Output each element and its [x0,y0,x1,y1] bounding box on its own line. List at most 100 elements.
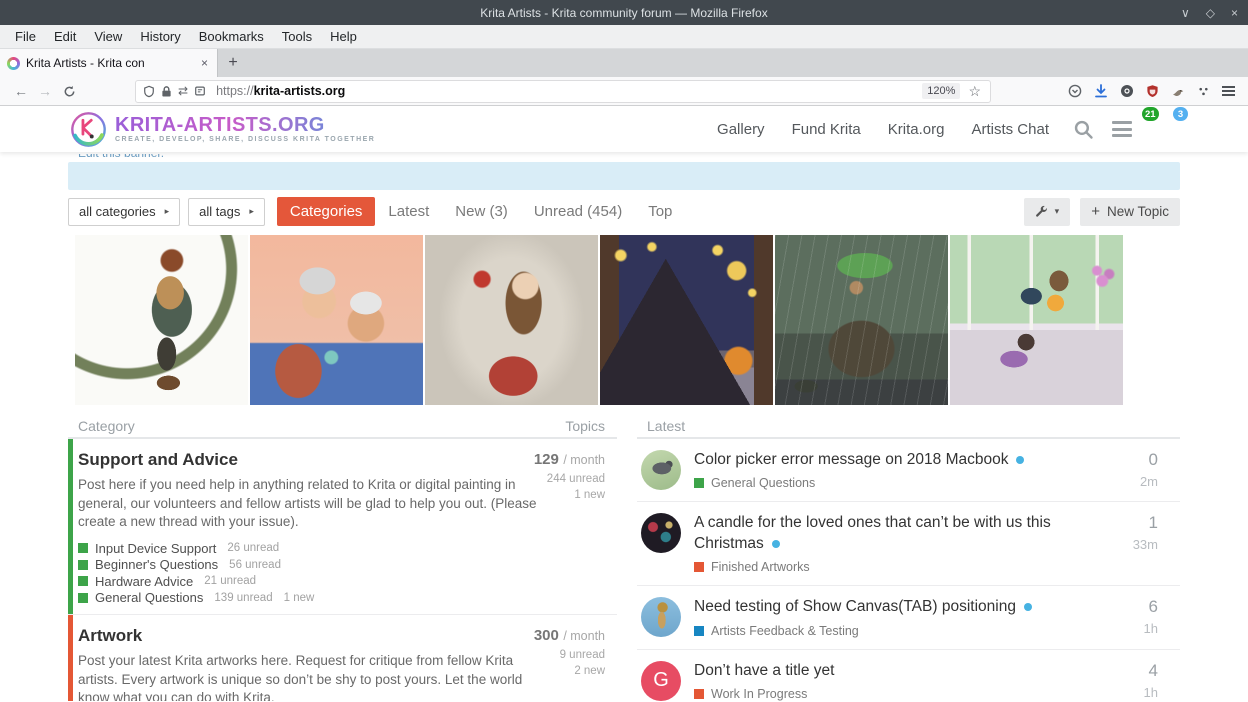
nav-link-fund-krita[interactable]: Fund Krita [792,121,861,138]
categories-column: Category Topics Support and Advice Post … [68,415,617,701]
tab-latest[interactable]: Latest [375,197,442,226]
bird-extension-icon[interactable] [1171,84,1185,98]
subcategory-color-square [78,576,88,587]
topic-row[interactable]: A candle for the loved ones that can’t b… [637,502,1180,587]
sync-arrows-icon[interactable]: ⇄ [178,84,188,98]
subcategory-name[interactable]: General Questions [95,590,203,605]
topic-category[interactable]: Finished Artworks [694,560,1096,574]
subcategory-name[interactable]: Input Device Support [95,541,216,556]
topic-category[interactable]: General Questions [694,476,1096,490]
notification-badge-blue[interactable]: 3 [1173,107,1188,121]
forward-button[interactable]: → [33,83,57,99]
url-bar[interactable]: ⇄ https://krita-artists.org 120% ☆ [135,79,991,103]
new-tab-button[interactable]: + [218,49,248,77]
category-name[interactable]: General Questions [711,476,815,490]
topic-title[interactable]: Don’t have a title yet [694,662,834,679]
topic-title[interactable]: Need testing of Show Canvas(TAB) positio… [694,598,1016,615]
reader-mode-icon[interactable] [194,85,206,97]
reply-count[interactable]: 1 [1104,513,1158,533]
banner-image-pixel-room[interactable] [950,235,1123,405]
menu-file[interactable]: File [6,25,45,48]
reload-icon[interactable] [57,85,81,98]
tracking-shield-icon[interactable] [143,85,155,98]
pocket-icon[interactable] [1068,84,1082,98]
nav-link-krita-org[interactable]: Krita.org [888,121,945,138]
category-card-support-and-advice[interactable]: Support and Advice Post here if you need… [68,439,617,615]
subcategory-name[interactable]: Beginner's Questions [95,557,218,572]
subcategory-input-device-support[interactable]: Input Device Support 26 unread [78,540,605,557]
clipped-banner-link: Edit this banner. [68,154,1180,162]
close-button[interactable]: × [1231,6,1238,20]
topic-row[interactable]: Color picker error message on 2018 Macbo… [637,439,1180,503]
reply-count[interactable]: 6 [1104,597,1158,617]
topic-title[interactable]: A candle for the loved ones that can’t b… [694,514,1051,551]
back-button[interactable]: ← [9,83,33,99]
reply-count[interactable]: 0 [1104,450,1158,470]
search-icon[interactable] [1073,119,1094,140]
subcategory-name[interactable]: Hardware Advice [95,574,193,589]
minimize-button[interactable]: ∨ [1181,6,1190,20]
menu-tools[interactable]: Tools [273,25,321,48]
tab-new[interactable]: New (3) [442,197,521,226]
topic-row[interactable]: Need testing of Show Canvas(TAB) positio… [637,586,1180,650]
topic-title[interactable]: Color picker error message on 2018 Macbo… [694,451,1008,468]
menu-view[interactable]: View [85,25,131,48]
avatar[interactable] [641,450,681,490]
user-menu[interactable]: 21 3 [1142,107,1188,145]
tag-filter-dropdown[interactable]: all tags ▸ [188,197,265,226]
category-name[interactable]: Finished Artworks [711,560,810,574]
tab-favicon-icon [7,56,20,70]
edit-banner-link[interactable]: Edit this banner. [78,154,1180,161]
banner-image-girl-portrait[interactable] [425,235,598,405]
header-icons: 21 3 [1073,107,1188,145]
browser-menu-hamburger-icon[interactable] [1222,85,1235,97]
category-title[interactable]: Support and Advice [78,450,605,470]
downloads-icon[interactable] [1094,84,1108,98]
notification-badge-green[interactable]: 21 [1142,107,1159,121]
url-text[interactable]: https://krita-artists.org [216,84,916,98]
ublock-shield-icon[interactable] [1146,84,1159,98]
avatar[interactable] [641,513,681,554]
maximize-button[interactable]: ◇ [1206,6,1215,20]
subcategory-beginners-questions[interactable]: Beginner's Questions 56 unread [78,556,605,573]
menu-bookmarks[interactable]: Bookmarks [190,25,273,48]
avatar[interactable] [641,597,681,638]
tab-top[interactable]: Top [635,197,685,226]
new-topic-button[interactable]: + New Topic [1080,197,1180,226]
site-logo[interactable]: KRITA-ARTISTS.ORG CREATE, DEVELOP, SHARE… [70,111,375,148]
banner-image-toad-in-rain[interactable] [775,235,948,405]
category-filter-dropdown[interactable]: all categories ▸ [68,197,181,226]
avatar[interactable]: G [641,660,681,701]
subcategory-hardware-advice[interactable]: Hardware Advice 21 unread [78,573,605,590]
reply-count[interactable]: 4 [1104,661,1158,681]
tab-close-icon[interactable]: × [199,56,210,70]
menu-history[interactable]: History [131,25,189,48]
category-name[interactable]: Work In Progress [711,687,807,701]
banner-image-witch-cat-girl[interactable] [600,235,773,405]
category-title[interactable]: Artwork [78,626,605,646]
tab-categories[interactable]: Categories [276,197,376,226]
main-content: Edit this banner. all categories ▸ all t… [0,154,1248,701]
more-tools-dots-icon[interactable] [1197,85,1210,98]
admin-wrench-button[interactable]: ▾ [1023,197,1071,226]
category-name[interactable]: Artists Feedback & Testing [711,624,859,638]
tab-unread[interactable]: Unread (454) [521,197,635,226]
menu-edit[interactable]: Edit [45,25,85,48]
active-tab[interactable]: Krita Artists - Krita con × [0,49,218,77]
banner-image-druid-painting[interactable] [75,235,248,405]
topic-row[interactable]: G Don’t have a title yet Work In Progres… [637,650,1180,701]
extension-dark-circle-icon[interactable] [1120,84,1134,98]
lock-icon[interactable] [161,85,172,98]
site-hamburger-icon[interactable] [1112,121,1132,137]
banner-image-elderly-couple[interactable] [250,235,423,405]
bookmark-star-icon[interactable]: ☆ [966,84,983,98]
subcategory-general-questions[interactable]: General Questions 139 unread 1 new [78,589,605,606]
menu-help[interactable]: Help [321,25,366,48]
topic-category[interactable]: Artists Feedback & Testing [694,624,1096,638]
page-zoom-level[interactable]: 120% [922,83,961,99]
nav-link-gallery[interactable]: Gallery [717,121,765,138]
topic-category[interactable]: Work In Progress [694,687,1096,701]
nav-link-artists-chat[interactable]: Artists Chat [971,121,1049,138]
category-card-artwork[interactable]: Artwork Post your latest Krita artworks … [68,614,617,701]
caret-right-icon: ▸ [249,206,254,216]
